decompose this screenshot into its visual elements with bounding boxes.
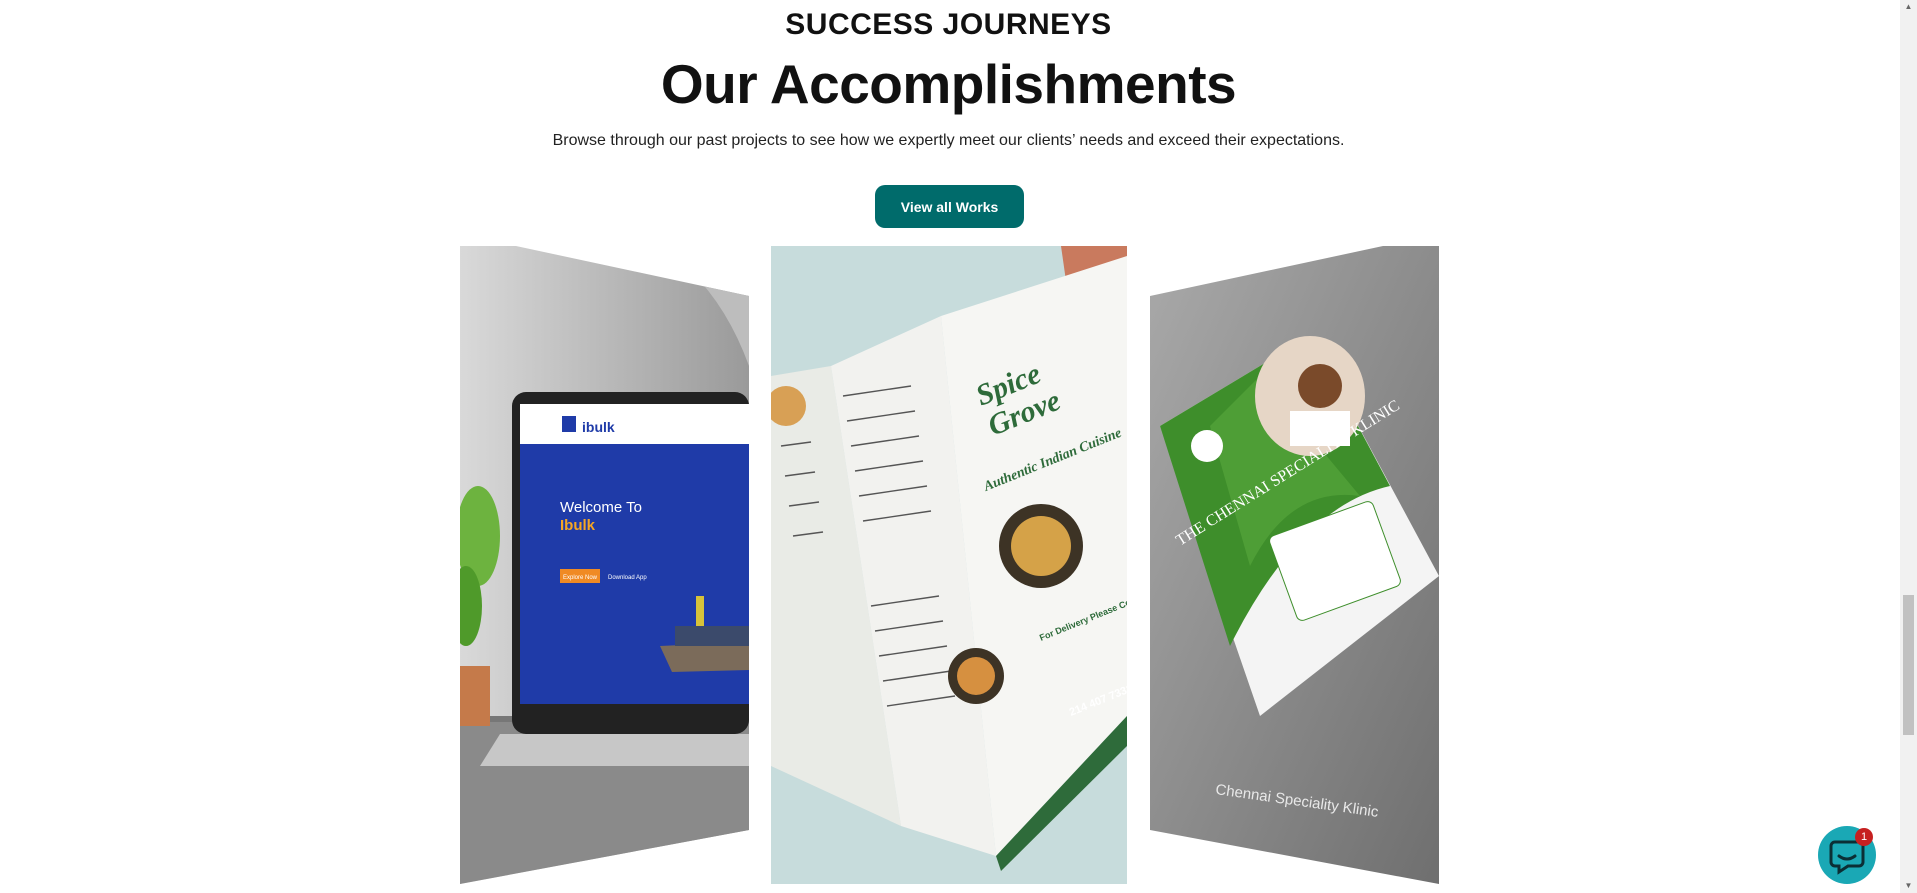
scroll-down-arrow-icon[interactable]: ▼ [1900, 879, 1917, 893]
spice-grove-mockup-image: Spice Grove Authentic Indian Cuisine For… [771, 246, 1127, 884]
ibulk-mockup-image: ibulk Welcome To Ibulk Explore Now Downl… [460, 246, 749, 884]
project-card-spice-grove[interactable]: Spice Grove Authentic Indian Cuisine For… [771, 246, 1127, 884]
scroll-up-arrow-icon[interactable]: ▲ [1900, 0, 1917, 14]
ibulk-cta-text: Explore Now [563, 575, 598, 581]
page-scrollbar[interactable]: ▲ ▼ [1900, 0, 1917, 893]
chennai-klinic-mockup-image: THE CHENNAI SPECIALITY KLINIC Chennai Sp… [1150, 246, 1439, 884]
ibulk-hero-line1: Welcome To [560, 499, 642, 516]
section-heading: Our Accomplishments [660, 53, 1237, 115]
section-description: Browse through our past projects to see … [552, 132, 1345, 149]
project-card-ibulk[interactable]: ibulk Welcome To Ibulk Explore Now Downl… [460, 246, 749, 884]
view-all-works-button[interactable]: View all Works [875, 185, 1024, 228]
project-card-chennai-klinic[interactable]: THE CHENNAI SPECIALITY KLINIC Chennai Sp… [1150, 246, 1439, 884]
ibulk-logo-text: ibulk [582, 419, 615, 435]
ibulk-secondary-text: Download App [608, 575, 647, 581]
scroll-thumb[interactable] [1903, 595, 1914, 735]
ibulk-hero-line2: Ibulk [560, 517, 596, 534]
chat-notification-badge: 1 [1855, 828, 1873, 846]
section-eyebrow: SUCCESS JOURNEYS [785, 8, 1112, 41]
